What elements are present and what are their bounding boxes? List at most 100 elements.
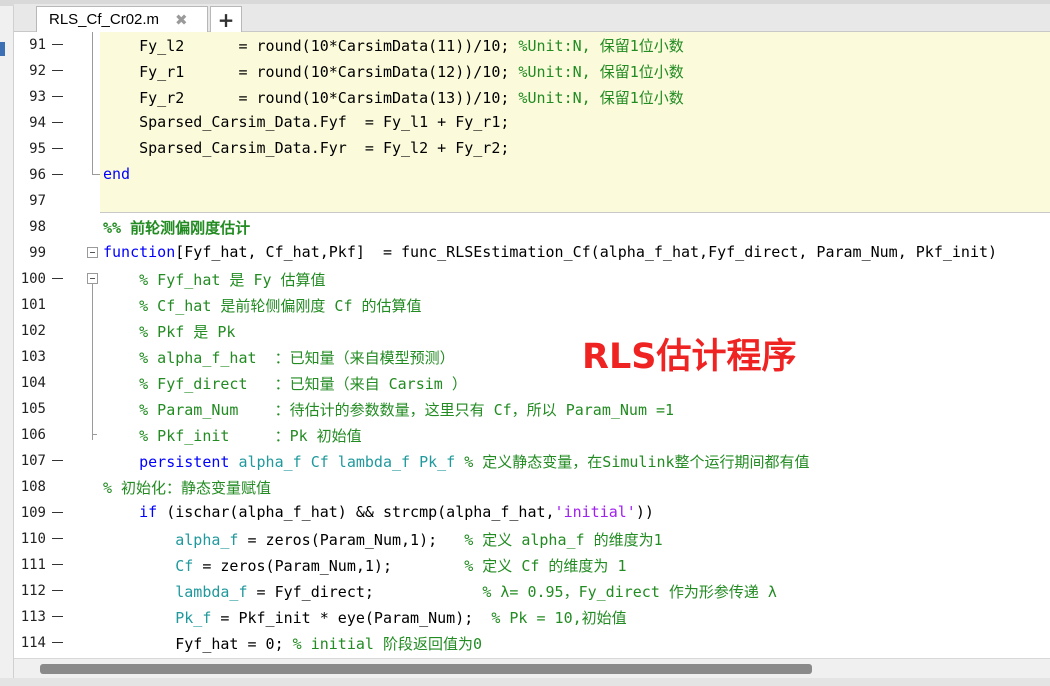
code-line[interactable]: 92 Fy_r1 = round(10*CarsimData(12))/10; …: [14, 58, 1050, 84]
fold-guide: [92, 284, 93, 440]
code-token: % Cf_hat 是前轮侧偏刚度 Cf 的估算值: [103, 297, 422, 315]
code-token: % 定义静态变量，在Simulink整个运行期间都有值: [455, 453, 810, 471]
breakpoint-dash[interactable]: [52, 148, 63, 149]
code-token: 'initial': [554, 503, 636, 521]
code-token: % Fyf_hat 是 Fy 估算值: [103, 271, 326, 289]
code-line[interactable]: 113 Pk_f = Pkf_init * eye(Param_Num); % …: [14, 604, 1050, 630]
code-lines: 91 Fy_l2 = round(10*CarsimData(11))/10; …: [14, 32, 1050, 656]
code-token: Fyf_hat = 0;: [103, 635, 293, 653]
code-line[interactable]: 95 Sparsed_Carsim_Data.Fyr = Fy_l2 + Fy_…: [14, 136, 1050, 162]
code-token: )): [635, 503, 654, 521]
code-token: Sparsed_Carsim_Data.Fyf = Fy_l1 + Fy_r1;: [103, 113, 510, 131]
line-number: 106: [20, 427, 46, 443]
breakpoint-dash[interactable]: [52, 70, 63, 71]
breakpoint-dash[interactable]: [52, 122, 63, 123]
breakpoint-dash[interactable]: [52, 174, 63, 175]
code-token: persistent: [139, 453, 230, 471]
line-number: 96: [29, 167, 46, 183]
fold-guide: [92, 32, 93, 162]
breakpoint-dash[interactable]: [52, 616, 63, 617]
code-text: if (ischar(alpha_f_hat) && strcmp(alpha_…: [103, 503, 654, 521]
code-line[interactable]: 97: [14, 188, 1050, 214]
code-line[interactable]: 107 persistent alpha_f Cf lambda_f Pk_f …: [14, 448, 1050, 474]
breakpoint-dash[interactable]: [52, 564, 63, 565]
code-line[interactable]: 98 %% 前轮测偏刚度估计: [14, 214, 1050, 240]
horizontal-scrollbar[interactable]: [14, 658, 1050, 678]
code-text: % Fyf_hat 是 Fy 估算值: [103, 269, 326, 290]
fold-toggle-icon[interactable]: [87, 247, 98, 258]
code-line[interactable]: 101 % Cf_hat 是前轮侧偏刚度 Cf 的估算值: [14, 292, 1050, 318]
code-line[interactable]: 106 % Pkf_init ：Pk 初始值: [14, 422, 1050, 448]
code-text: end: [103, 165, 130, 183]
code-line[interactable]: 99 function[Fyf_hat, Cf_hat,Pkf] = func_R…: [14, 240, 1050, 266]
code-token: (ischar(alpha_f_hat) && strcmp(alpha_f_h…: [157, 503, 555, 521]
file-tab-label: RLS_Cf_Cr02.m: [49, 11, 160, 28]
code-line[interactable]: 111 Cf = zeros(Param_Num,1); % 定义 Cf 的维度…: [14, 552, 1050, 578]
line-number: 92: [29, 63, 46, 79]
code-text: % Cf_hat 是前轮侧偏刚度 Cf 的估算值: [103, 295, 422, 316]
line-number: 110: [20, 531, 46, 547]
code-line[interactable]: 104 % Fyf_direct ：已知量（来自 Carsim ）: [14, 370, 1050, 396]
code-token: = Pkf_init * eye(Param_Num);: [211, 609, 492, 627]
code-line[interactable]: 91 Fy_l2 = round(10*CarsimData(11))/10; …: [14, 32, 1050, 58]
line-number: 104: [20, 375, 46, 391]
code-text: % Pkf_init ：Pk 初始值: [103, 425, 362, 446]
code-line[interactable]: 94 Sparsed_Carsim_Data.Fyf = Fy_l1 + Fy_…: [14, 110, 1050, 136]
code-token: % Fyf_direct ：已知量（来自 Carsim ）: [103, 375, 467, 393]
code-token: Fy_r2 = round(10*CarsimData(13))/10;: [103, 89, 519, 107]
code-token: % Pkf_init ：Pk 初始值: [103, 427, 362, 445]
code-line[interactable]: 100 % Fyf_hat 是 Fy 估算值: [14, 266, 1050, 292]
code-editor[interactable]: 91 Fy_l2 = round(10*CarsimData(11))/10; …: [14, 32, 1050, 658]
code-text: Fyf_hat = 0; % initial 阶段返回值为0: [103, 633, 482, 654]
breakpoint-dash[interactable]: [52, 44, 63, 45]
line-number: 109: [20, 505, 46, 521]
line-number: 99: [29, 245, 46, 261]
code-line[interactable]: 109 if (ischar(alpha_f_hat) && strcmp(al…: [14, 500, 1050, 526]
code-text: lambda_f = Fyf_direct; % λ= 0.95，Fy_dire…: [103, 581, 777, 602]
code-line[interactable]: 102 % Pkf 是 Pk: [14, 318, 1050, 344]
line-number: 98: [29, 219, 46, 235]
breakpoint-dash[interactable]: [52, 278, 63, 279]
horizontal-scrollbar-thumb[interactable]: [40, 664, 812, 674]
code-token: % 定义 alpha_f 的维度为1: [464, 531, 663, 549]
code-text: persistent alpha_f Cf lambda_f Pk_f % 定义…: [103, 451, 810, 472]
code-line[interactable]: 93 Fy_r2 = round(10*CarsimData(13))/10; …: [14, 84, 1050, 110]
code-line[interactable]: 108 % 初始化：静态变量赋值: [14, 474, 1050, 500]
breakpoint-dash[interactable]: [52, 512, 63, 513]
code-token: %Unit:N, 保留1位小数: [518, 37, 684, 55]
code-line[interactable]: 105 % Param_Num ：待估计的参数数量，这里只有 Cf，所以 Par…: [14, 396, 1050, 422]
new-tab-button[interactable]: +: [210, 6, 242, 32]
breakpoint-dash[interactable]: [52, 590, 63, 591]
breakpoint-dash[interactable]: [52, 538, 63, 539]
code-token: = Fyf_direct;: [247, 583, 483, 601]
line-number: 100: [20, 271, 46, 287]
breakpoint-dash[interactable]: [52, 96, 63, 97]
code-token: Sparsed_Carsim_Data.Fyr = Fy_l2 + Fy_r2;: [103, 139, 510, 157]
code-line[interactable]: 112 lambda_f = Fyf_direct; % λ= 0.95，Fy_…: [14, 578, 1050, 604]
code-token: % Pkf 是 Pk: [103, 323, 236, 341]
fold-end-tick: [93, 434, 97, 435]
line-number: 95: [29, 141, 46, 157]
breakpoint-dash[interactable]: [52, 642, 63, 643]
annotation-overlay-text: RLS估计程序: [582, 337, 797, 377]
left-accent-marker: [0, 42, 5, 56]
code-line[interactable]: 114 Fyf_hat = 0; % initial 阶段返回值为0: [14, 630, 1050, 656]
line-number: 103: [20, 349, 46, 365]
window-bottom-strip: [0, 678, 1050, 686]
code-line[interactable]: 110 alpha_f = zeros(Param_Num,1); % 定义 a…: [14, 526, 1050, 552]
line-number: 101: [20, 297, 46, 313]
code-token: %Unit:N, 保留1位小数: [518, 89, 684, 107]
breakpoint-dash[interactable]: [52, 460, 63, 461]
line-number: 94: [29, 115, 46, 131]
line-number: 113: [20, 609, 46, 625]
code-line[interactable]: 96 end: [14, 162, 1050, 188]
fold-toggle-icon[interactable]: [87, 273, 98, 284]
code-text: Sparsed_Carsim_Data.Fyr = Fy_l2 + Fy_r2;: [103, 139, 509, 157]
file-tab[interactable]: RLS_Cf_Cr02.m ✖: [36, 6, 208, 32]
code-text: % Param_Num ：待估计的参数数量，这里只有 Cf，所以 Param_N…: [103, 399, 674, 420]
close-tab-icon[interactable]: ✖: [175, 11, 188, 29]
code-text: Sparsed_Carsim_Data.Fyf = Fy_l1 + Fy_r1;: [103, 113, 509, 131]
code-line[interactable]: 103 % alpha_f_hat ：已知量（来自模型预测）: [14, 344, 1050, 370]
